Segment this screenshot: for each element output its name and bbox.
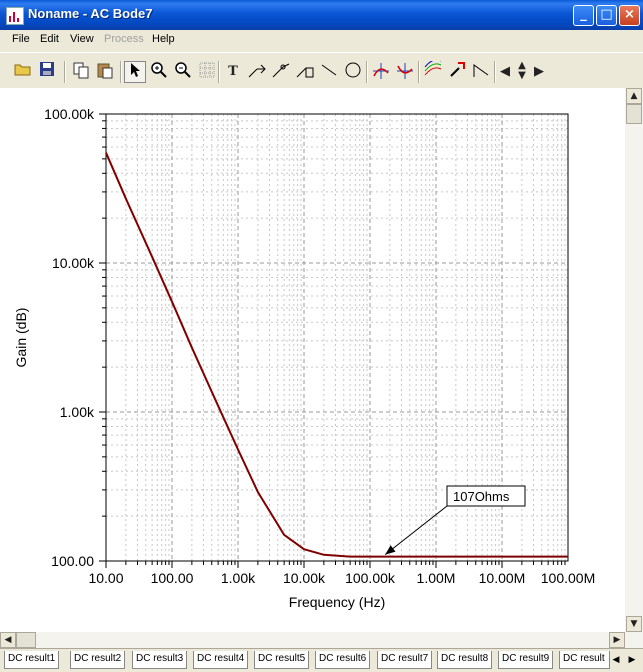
paste-icon[interactable] [94,61,116,83]
horizontal-scroll-thumb[interactable] [16,632,36,648]
curve-style-icon[interactable] [422,59,444,83]
x-tick-label: 100.00M [541,570,595,586]
minimize-button[interactable]: _ [573,5,594,26]
title-bar[interactable]: Noname - AC Bode7 _ □ × [0,0,643,30]
copy-icon[interactable] [70,61,92,83]
tab-dc-result5[interactable]: DC result5 [254,651,310,669]
x-tick-label: 100.00 [151,570,194,586]
scroll-right-button[interactable]: ▶ [609,632,625,648]
annotate-curve-icon[interactable] [246,61,268,83]
window-title: Noname - AC Bode7 [28,6,153,21]
annotate-point-icon[interactable] [270,61,292,83]
menu-view[interactable]: View [70,33,94,45]
tab-dc-result4[interactable]: DC result4 [193,651,249,669]
tab-next-icon[interactable]: ▶ [626,651,638,669]
line-icon[interactable] [318,61,340,83]
cursor-a-icon[interactable] [370,61,392,83]
text-icon[interactable]: T [222,61,244,83]
y-tick-label: 1.00k [60,404,95,420]
toolbar: T ◀ ▲ ▼ ▶ [0,52,643,90]
plot-area[interactable]: 10.00 100.00 1.00k 10.00k 100.00k 1.00M 10.00M… [0,88,625,632]
tab-dc-result3[interactable]: DC result3 [132,651,188,669]
tab-dc-result1[interactable]: DC result1 [4,651,60,669]
marker-icon[interactable] [446,61,468,83]
y-tick-label: 100.00 [51,553,94,569]
scroll-down-button[interactable]: ▼ [626,616,642,632]
tab-dc-result7[interactable]: DC result7 [377,651,433,669]
result-tabs: DC result1 DC result2 DC result3 DC resu… [0,648,643,672]
y-axis-label: Gain (dB) [13,308,29,368]
x-tick-label: 10.00M [479,570,526,586]
tab-prev-icon[interactable]: ◀ [610,651,622,669]
x-tick-label: 1.00k [221,570,256,586]
x-tick-label: 1.00M [417,570,456,586]
horizontal-scrollbar[interactable]: ◀ ▶ [0,632,643,648]
cursor-b-icon[interactable] [394,61,416,83]
menu-edit[interactable]: Edit [40,33,59,45]
menu-help[interactable]: Help [152,33,175,45]
x-tick-label: 100.00k [345,570,396,586]
y-tick-label: 100.00k [44,106,95,122]
scroll-right-icon[interactable]: ▶ [532,61,546,83]
bode-chart[interactable]: 10.00 100.00 1.00k 10.00k 100.00k 1.00M 10.00M… [0,88,625,632]
annotation-label: 107Ohms [453,489,510,504]
scroll-left-button[interactable]: ◀ [0,632,16,648]
zoom-in-icon[interactable] [148,61,170,83]
tab-dc-result8[interactable]: DC result8 [437,651,493,669]
step-icon[interactable] [470,61,492,83]
tab-dc-result9[interactable]: DC result9 [498,651,554,669]
maximize-button[interactable]: □ [596,5,617,26]
scroll-up-down-icon[interactable]: ▲ ▼ [513,61,531,83]
menu-bar: File Edit View Process Help [0,30,643,50]
menu-file[interactable]: File [12,33,30,45]
tab-dc-result6[interactable]: DC result6 [315,651,371,669]
scroll-left-icon[interactable]: ◀ [498,61,512,83]
app-icon [6,7,24,25]
pointer-icon[interactable] [124,61,146,83]
vertical-scroll-thumb[interactable] [626,104,642,124]
x-tick-label: 10.00k [283,570,326,586]
x-tick-label: 10.00 [88,570,123,586]
scroll-up-button[interactable]: ▲ [626,88,642,104]
x-axis-label: Frequency (Hz) [289,594,385,610]
save-icon[interactable] [36,61,58,83]
open-icon[interactable] [12,61,34,83]
grid-icon[interactable] [196,61,218,83]
tab-dc-result10[interactable]: DC result [559,651,610,669]
close-button[interactable]: × [619,5,640,26]
vertical-scrollbar[interactable]: ▲ ▼ [625,88,643,632]
annotation[interactable]: 107Ohms [384,485,526,556]
zoom-out-icon[interactable] [172,61,194,83]
y-tick-label: 10.00k [52,255,95,271]
annotate-axis-icon[interactable] [294,61,316,83]
ellipse-icon[interactable] [342,61,364,83]
tab-dc-result2[interactable]: DC result2 [70,651,126,669]
menu-process[interactable]: Process [104,33,144,45]
